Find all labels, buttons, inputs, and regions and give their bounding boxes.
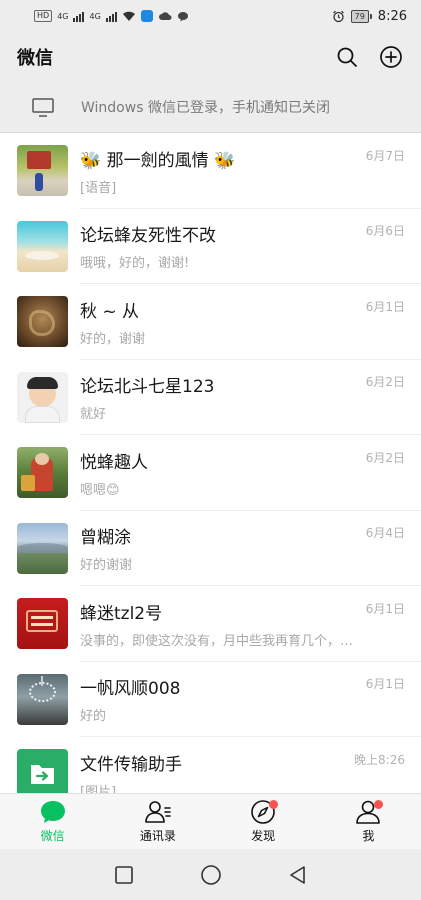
contacts-icon — [145, 801, 171, 823]
system-nav-bar — [0, 849, 421, 900]
chat-preview: 嗯嗯😊 — [80, 482, 120, 498]
tab-contacts[interactable]: 通讯录 — [105, 794, 210, 849]
tab-me[interactable]: 我 — [316, 794, 421, 849]
header-actions — [334, 44, 404, 70]
network-type-1: 4G — [57, 11, 69, 21]
app-header: 微信 — [0, 32, 421, 82]
chat-date: 6月4日 — [365, 526, 405, 541]
file-transfer-icon — [31, 765, 54, 785]
page-title: 微信 — [17, 48, 53, 69]
chat-name: 悦蜂趣人 — [80, 452, 148, 473]
status-right: 79 8:26 — [332, 9, 407, 24]
chat-item[interactable]: 秋 ~ 从 6月1日 好的，谢谢 — [0, 284, 421, 360]
chat-item[interactable]: 一帆风顺008 6月1日 好的 — [0, 661, 421, 737]
avatar — [17, 673, 68, 725]
avatar — [17, 220, 68, 272]
chat-preview: 就好 — [80, 407, 107, 423]
notification-dot — [373, 800, 383, 809]
signal-icon-2 — [105, 11, 117, 22]
battery-level: 79 — [350, 9, 369, 23]
tab-label: 发现 — [251, 829, 276, 843]
app-notification-icon — [140, 10, 153, 22]
status-left: HD 4G 4G — [34, 10, 189, 22]
tab-label: 我 — [362, 829, 375, 843]
avatar — [17, 522, 68, 574]
avatar — [17, 296, 68, 348]
chat-date: 6月2日 — [365, 375, 405, 390]
chat-preview: 没事的，即使这次没有，月中些我再育几个，… — [80, 633, 354, 649]
chat-item[interactable]: 曾糊涂 6月4日 好的谢谢 — [0, 510, 421, 586]
hd-indicator: HD — [34, 10, 53, 22]
battery-icon: 79 — [350, 9, 372, 23]
network-type-2: 4G — [89, 11, 101, 21]
avatar — [17, 749, 68, 793]
avatar — [17, 371, 68, 423]
chat-bubble-icon — [40, 801, 65, 823]
chat-item[interactable]: 文件传输助手 晚上8:26 [图片] — [0, 737, 421, 793]
chat-preview: 哦哦，好的，谢谢! — [80, 256, 190, 272]
banner-text: Windows 微信已登录，手机通知已关闭 — [81, 100, 330, 116]
chat-preview: 好的，谢谢 — [80, 331, 146, 347]
cloud-icon — [158, 12, 172, 20]
tab-bar: 微信 通讯录 发现 我 — [0, 793, 421, 849]
search-button[interactable] — [334, 44, 360, 70]
chat-name: 一帆风顺008 — [80, 679, 181, 700]
chat-name: 秋 ~ 从 — [80, 301, 140, 322]
chat-name: 曾糊涂 — [80, 528, 131, 549]
signal-icon — [73, 11, 85, 22]
chat-date: 6月7日 — [365, 148, 405, 163]
chat-item[interactable]: 论坛北斗七星123 6月2日 就好 — [0, 359, 421, 435]
chat-item[interactable]: 论坛蜂友死性不改 6月6日 哦哦，好的，谢谢! — [0, 208, 421, 284]
desktop-login-banner[interactable]: Windows 微信已登录，手机通知已关闭 — [0, 82, 421, 133]
chat-date: 6月6日 — [365, 224, 405, 239]
chat-name: 论坛北斗七星123 — [80, 377, 215, 398]
chat-date: 6月1日 — [365, 677, 405, 692]
chat-preview: 好的谢谢 — [80, 558, 133, 574]
chat-date: 晚上8:26 — [354, 752, 405, 767]
chat-name: 🐝 那一劍的風情 🐝 — [80, 150, 236, 171]
chat-item[interactable]: 蜂迷tzl2号 6月1日 没事的，即使这次没有，月中些我再育几个，… — [0, 586, 421, 662]
tab-label: 微信 — [40, 829, 65, 843]
home-button[interactable] — [200, 864, 222, 886]
avatar — [17, 447, 68, 499]
search-icon — [337, 47, 357, 67]
avatar — [17, 598, 68, 650]
chat-list[interactable]: 🐝 那一劍的風情 🐝 6月7日 [语音] 论坛蜂友死性不改 6月6日 哦哦，好的… — [0, 133, 421, 793]
chat-date: 6月2日 — [365, 450, 405, 465]
chat-preview: [图片] — [80, 784, 117, 793]
message-bubble-icon — [177, 11, 188, 21]
chat-date: 6月1日 — [365, 299, 405, 314]
monitor-icon — [32, 97, 54, 117]
chat-name: 论坛蜂友死性不改 — [80, 226, 216, 247]
chat-preview: 好的 — [80, 709, 107, 725]
status-bar: HD 4G 4G 79 8:26 — [0, 0, 421, 32]
chat-item[interactable]: 🐝 那一劍的風情 🐝 6月7日 [语音] — [0, 133, 421, 209]
tab-label: 通讯录 — [139, 829, 176, 843]
back-button[interactable] — [288, 865, 308, 885]
alarm-icon — [332, 10, 344, 22]
notification-dot — [268, 800, 278, 809]
add-button[interactable] — [378, 44, 404, 70]
plus-circle-icon — [380, 46, 402, 68]
clock: 8:26 — [377, 8, 407, 24]
avatar — [17, 145, 68, 197]
chat-name: 文件传输助手 — [80, 754, 182, 775]
chat-item[interactable]: 悦蜂趣人 6月2日 嗯嗯😊 — [0, 435, 421, 511]
tab-chats[interactable]: 微信 — [0, 794, 105, 849]
tab-discover[interactable]: 发现 — [211, 794, 316, 849]
recent-apps-button[interactable] — [114, 865, 134, 885]
wifi-icon — [122, 11, 135, 21]
chat-date: 6月1日 — [365, 601, 405, 616]
chat-preview: [语音] — [80, 180, 117, 196]
chat-name: 蜂迷tzl2号 — [80, 603, 163, 624]
